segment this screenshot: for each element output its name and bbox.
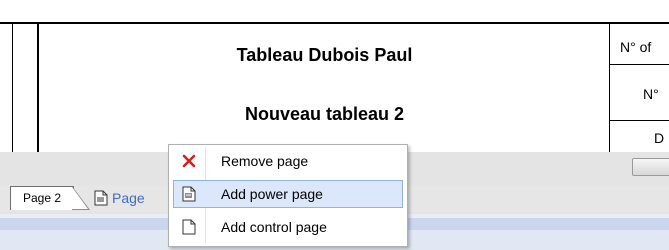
horizontal-scrollbar-thumb[interactable] [632,158,669,176]
sheet-subtitle: Nouveau tableau 2 [244,104,405,124]
cartouche-cell-1: N° of [620,39,652,55]
cartouche-cell-3: D [654,130,665,146]
sheet-title: Tableau Dubois Paul [236,45,413,65]
frame-top-line [0,22,669,24]
cartouche-row-line-1 [609,64,669,65]
menu-item-label: Remove page [221,153,309,169]
blank-page-icon [182,219,196,235]
cartouche-divider [609,24,610,152]
menu-item-label: Add power page [221,186,323,202]
page-context-menu: Remove page Add power page Add control p… [168,144,408,247]
power-page-icon [182,186,196,202]
tab-add-page-label: Page [112,190,145,206]
frame-inner-line [37,24,39,152]
tab-page-2[interactable]: Page 2 [10,186,74,210]
drawing-sheet: Tableau Dubois Paul Nouveau tableau 2 N°… [0,0,669,152]
cartouche-cell-2: N° [643,86,659,102]
menu-item-remove-page[interactable]: Remove page [173,147,403,175]
tab-add-page[interactable]: Page [90,188,145,208]
menu-item-add-power-page[interactable]: Add power page [173,180,403,208]
tab-edge-fill [72,187,88,209]
menu-item-label: Add control page [221,219,327,235]
frame-left-line [12,24,13,152]
page-icon [94,190,108,206]
cartouche-row-line-2 [609,120,669,121]
remove-x-icon [182,154,196,168]
menu-item-add-control-page[interactable]: Add control page [173,213,403,241]
